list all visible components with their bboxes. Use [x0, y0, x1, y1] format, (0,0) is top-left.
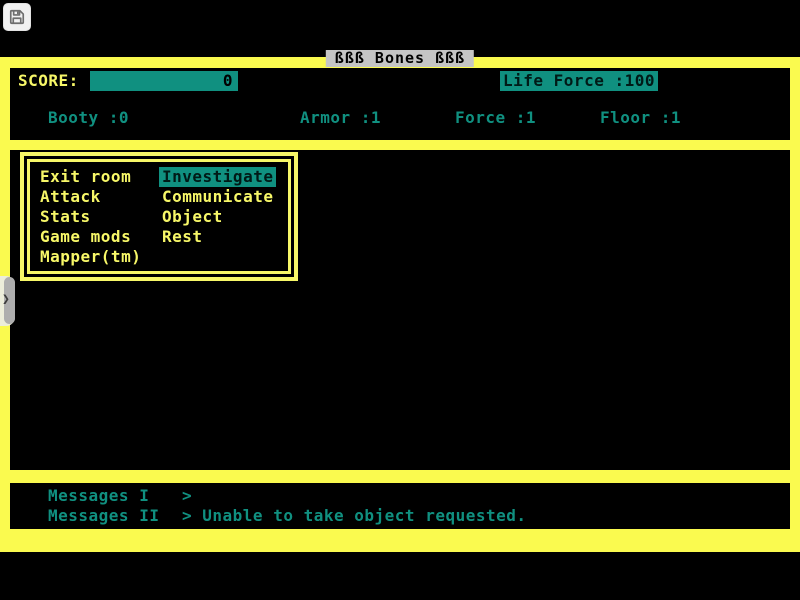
stat-force: Force :1: [455, 108, 536, 128]
messages-1-label: Messages I: [48, 486, 149, 506]
hud-panel: SCORE: 0 Life Force :100 Booty :0 Armor …: [10, 68, 790, 140]
chevron-right-icon: ❯: [2, 292, 10, 308]
action-menu-inner-border: Exit room Attack Stats Game mods Mapper(…: [27, 159, 291, 274]
messages-2-label: Messages II: [48, 506, 159, 526]
action-menu-right-column: Investigate Communicate Object Rest: [162, 167, 276, 247]
stat-booty: Booty :0: [48, 108, 129, 128]
stat-floor: Floor :1: [600, 108, 681, 128]
messages-panel: Messages I > Messages II > Unable to tak…: [10, 483, 790, 529]
stat-armor: Armor :1: [300, 108, 381, 128]
game-title-bar: ßßß Bones ßßß: [326, 50, 474, 67]
menu-item-stats[interactable]: Stats: [40, 207, 141, 227]
menu-item-investigate[interactable]: Investigate: [159, 167, 276, 187]
game-screen: SCORE: 0 Life Force :100 Booty :0 Armor …: [0, 57, 800, 552]
messages-2-text: > Unable to take object requested.: [182, 506, 527, 526]
drawer-toggle-handle[interactable]: ❯: [0, 276, 15, 326]
action-menu-left-column: Exit room Attack Stats Game mods Mapper(…: [40, 167, 141, 267]
action-menu-box: Exit room Attack Stats Game mods Mapper(…: [20, 152, 298, 281]
save-floppy-icon: [7, 7, 27, 27]
menu-item-object[interactable]: Object: [162, 207, 276, 227]
menu-item-communicate[interactable]: Communicate: [162, 187, 276, 207]
menu-item-game-mods[interactable]: Game mods: [40, 227, 141, 247]
score-bar: 0: [90, 71, 238, 91]
menu-item-attack[interactable]: Attack: [40, 187, 141, 207]
menu-item-mapper[interactable]: Mapper(tm): [40, 247, 141, 267]
life-force-indicator: Life Force :100: [500, 71, 658, 91]
save-button[interactable]: [3, 3, 31, 31]
main-play-area: Exit room Attack Stats Game mods Mapper(…: [10, 150, 790, 470]
score-label: SCORE:: [18, 71, 79, 91]
menu-item-exit-room[interactable]: Exit room: [40, 167, 141, 187]
menu-item-rest[interactable]: Rest: [162, 227, 276, 247]
messages-1-text: >: [182, 486, 192, 506]
